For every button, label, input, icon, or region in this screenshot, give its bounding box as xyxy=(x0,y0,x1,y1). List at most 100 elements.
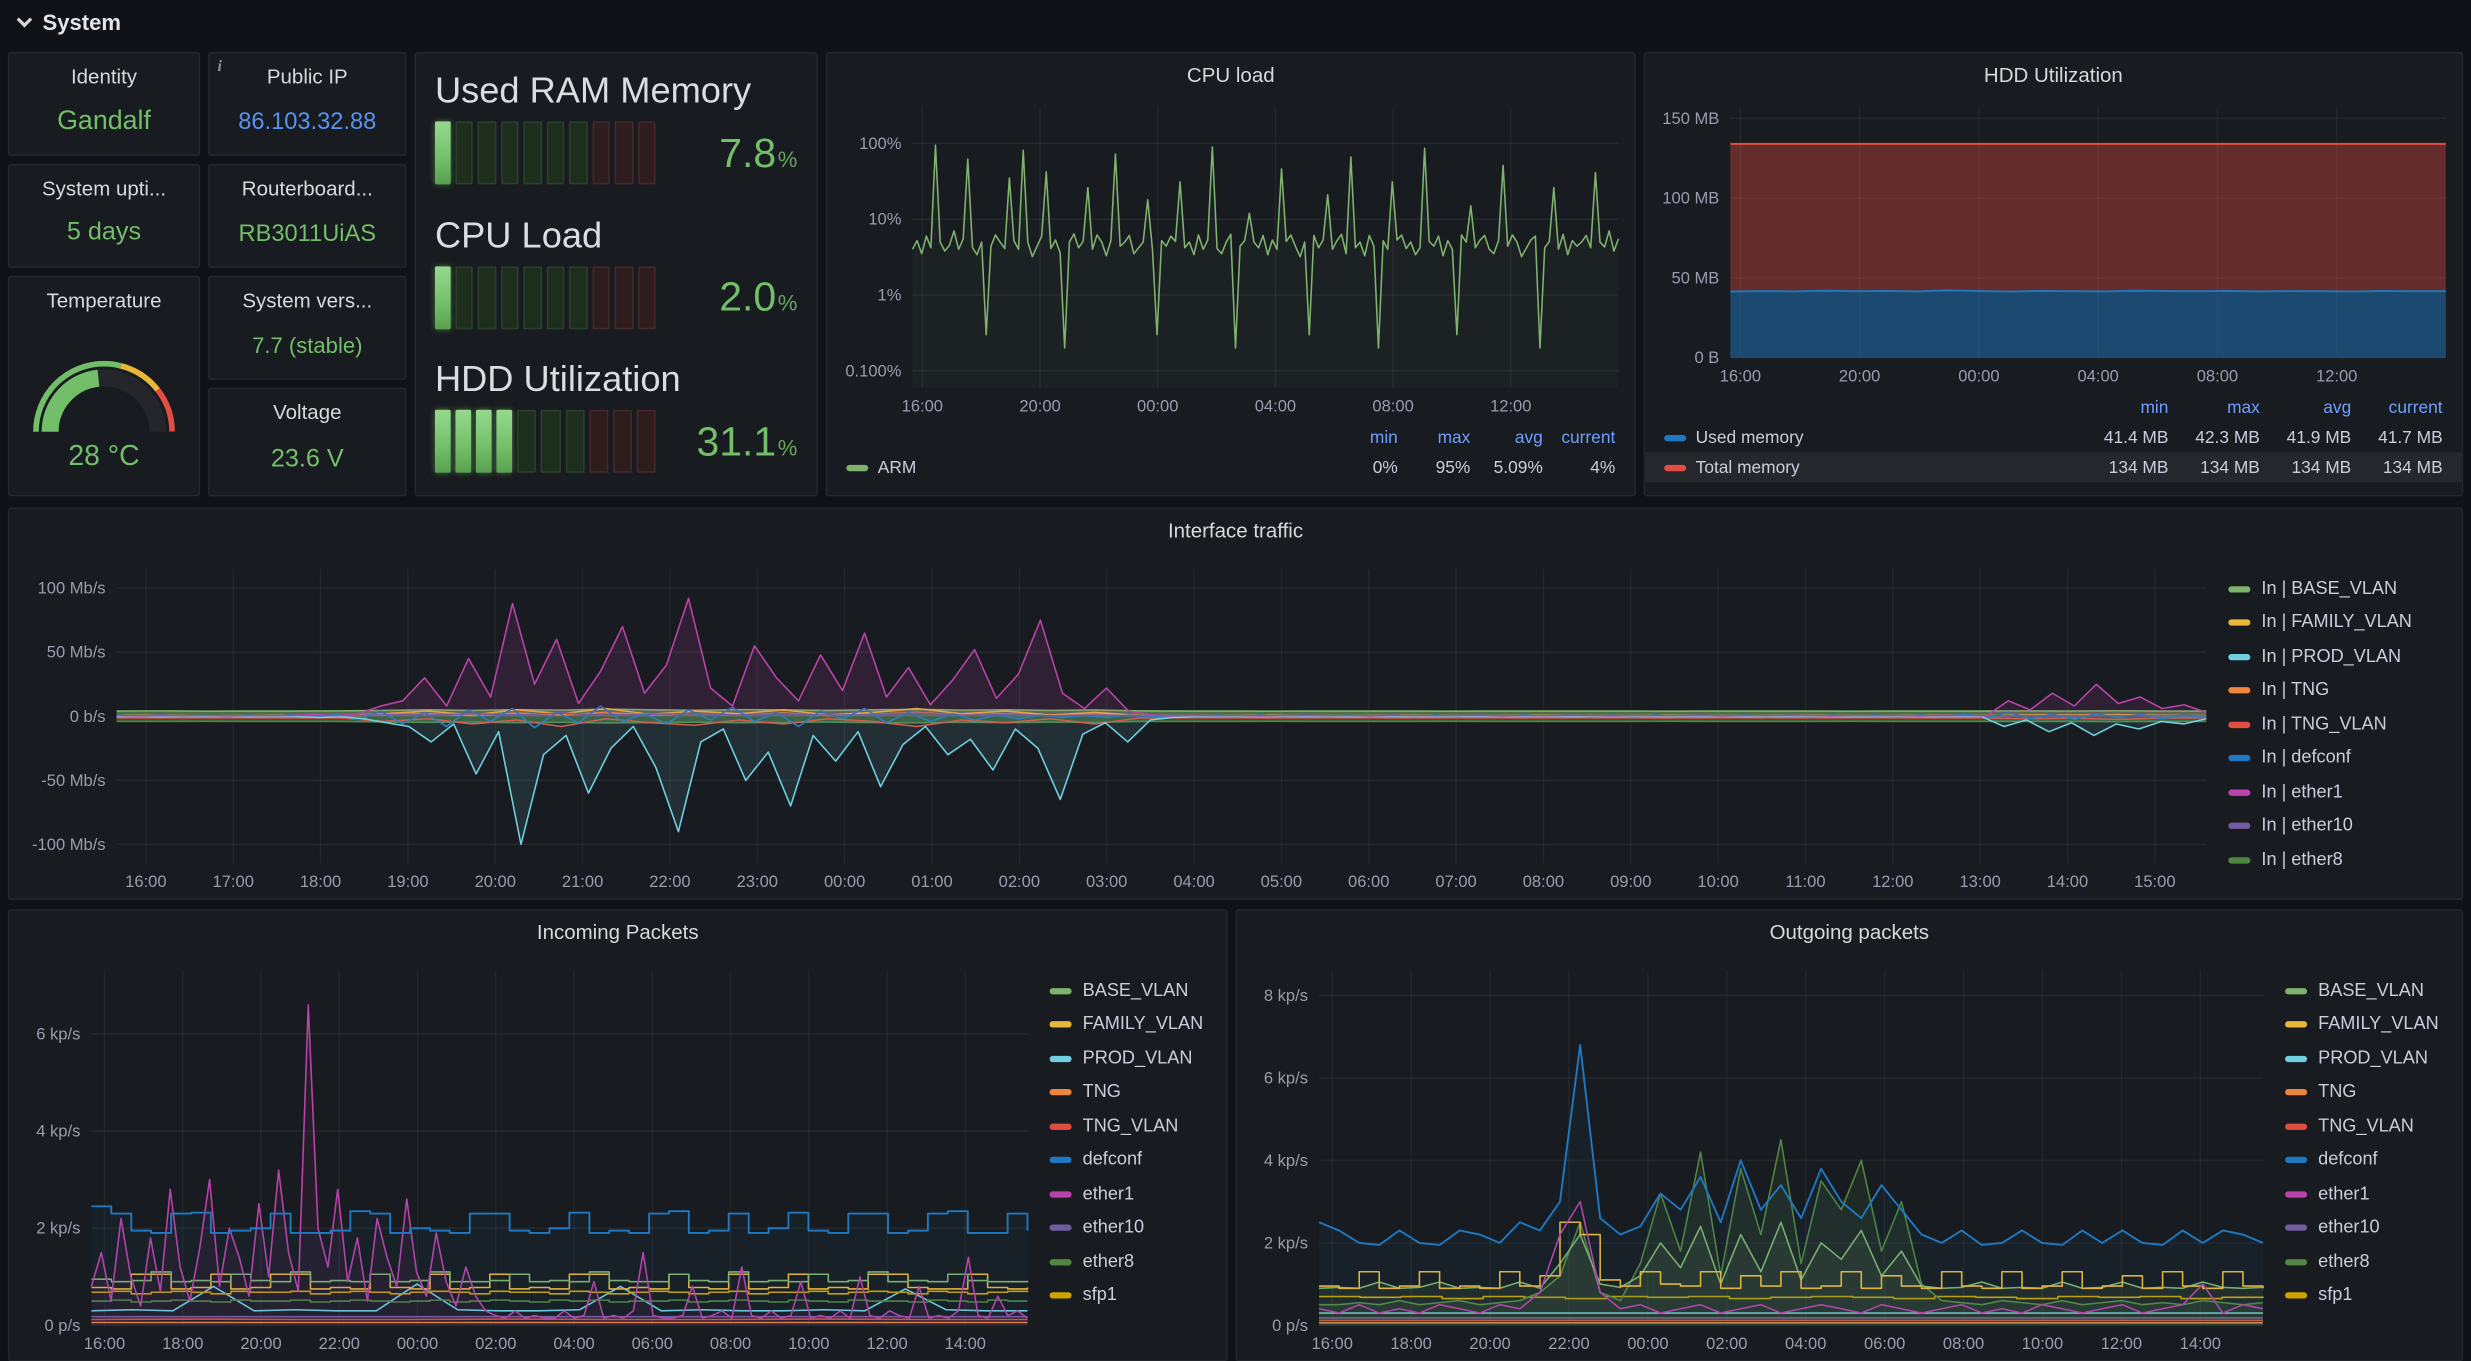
legend-item[interactable]: TNG xyxy=(2285,1076,2446,1110)
panel-title[interactable]: System vers... xyxy=(210,288,405,312)
temperature-panel: Temperature 28 °C xyxy=(7,275,201,497)
legend-series-total-memory[interactable]: Total memory xyxy=(1664,458,1800,477)
panel-title[interactable]: Voltage xyxy=(210,400,405,424)
legend-item[interactable]: TNG_VLAN xyxy=(2285,1109,2446,1143)
legend-item[interactable]: BASE_VLAN xyxy=(2285,974,2446,1008)
legend-item[interactable]: sfp1 xyxy=(2285,1279,2446,1313)
legend-item[interactable]: In | ether8 xyxy=(2228,843,2445,877)
bargauge-label: Used RAM Memory xyxy=(434,69,752,111)
legend-item[interactable]: TNG xyxy=(1049,1076,1211,1110)
y-axis-label: 2 kp/s xyxy=(1264,1233,1308,1252)
x-axis-label: 08:00 xyxy=(1523,872,1564,891)
panel-title[interactable]: Interface traffic xyxy=(9,509,2461,550)
legend-item[interactable]: ether1 xyxy=(1049,1177,1211,1211)
panel-title[interactable]: Outgoing packets xyxy=(1237,911,2461,952)
legend-item[interactable]: In | ether10 xyxy=(2228,809,2445,843)
legend-item[interactable]: ether10 xyxy=(2285,1211,2446,1245)
legend-item[interactable]: ether1 xyxy=(2285,1177,2446,1211)
x-axis-label: 00:00 xyxy=(1627,1334,1668,1353)
gauge-segment xyxy=(500,265,519,329)
legend-item[interactable]: ether10 xyxy=(1049,1211,1211,1245)
legend-item[interactable]: FAMILY_VLAN xyxy=(2285,1008,2446,1042)
panel-title[interactable]: Temperature xyxy=(9,288,198,312)
outgoing-packets-chart[interactable]: 16:00 18:00 20:00 22:00 00:00 02:00 04:00 06:00… xyxy=(1243,958,2278,1357)
legend-col-min[interactable]: min xyxy=(1325,428,1398,447)
x-axis-label: 07:00 xyxy=(1435,872,1476,891)
legend-label: PROD_VLAN xyxy=(1082,1049,1193,1069)
legend-label: defconf xyxy=(1082,1150,1143,1170)
legend-label: sfp1 xyxy=(1082,1286,1117,1306)
legend-item[interactable]: In | PROD_VLAN xyxy=(2228,640,2445,674)
legend-item[interactable]: ether8 xyxy=(2285,1245,2446,1279)
used-min: 41.4 MB xyxy=(2103,427,2169,447)
legend-item[interactable]: In | BASE_VLAN xyxy=(2228,572,2445,606)
gauge-segment xyxy=(523,121,542,185)
legend-col-avg[interactable]: avg xyxy=(2260,398,2351,417)
panel-title[interactable]: System upti... xyxy=(9,177,198,201)
legend-swatch xyxy=(2228,856,2251,864)
legend-series-used-memory[interactable]: Used memory xyxy=(1664,428,1804,447)
legend-col-current[interactable]: current xyxy=(2351,398,2443,417)
legend-item[interactable]: In | TNG_VLAN xyxy=(2228,708,2445,742)
legend-row-used-memory: Used memory 41.4 MB 42.3 MB 41.9 MB 41.7… xyxy=(1645,422,2461,452)
x-axis-label: 16:00 xyxy=(1312,1334,1353,1353)
chart-canvas: 16:00 20:00 00:00 04:00 08:00 12:00 0.100% 1% 10… xyxy=(845,107,1620,415)
incoming-packets-chart[interactable]: 16:00 18:00 20:00 22:00 00:00 02:00 04:00 06:00… xyxy=(16,958,1043,1357)
hdd-value: 31.1% xyxy=(696,416,798,465)
panel-title[interactable]: HDD Utilization xyxy=(1645,54,2461,95)
hdd-utilization-chart[interactable]: 16:00 20:00 00:00 04:00 08:00 12:00 0 B 50 MB 10… xyxy=(1645,95,2461,390)
legend-item[interactable]: In | ether1 xyxy=(2228,775,2445,809)
legend-label: ether1 xyxy=(2318,1184,2370,1204)
legend-item[interactable]: In | FAMILY_VLAN xyxy=(2228,606,2445,640)
legend-col-avg[interactable]: avg xyxy=(1470,428,1543,447)
interface-traffic-chart[interactable]: 16:00 17:00 18:00 19:00 20:00 21:00 22:00 23:00… xyxy=(16,556,2222,895)
legend-item[interactable]: In | TNG xyxy=(2228,674,2445,708)
legend-swatch xyxy=(1049,1123,1072,1130)
gauge-segment xyxy=(637,265,656,329)
legend-label: BASE_VLAN xyxy=(2318,981,2424,1001)
grafana-dashboard: System Identity Gandalf i Public IP 86.1… xyxy=(0,0,2471,1361)
legend-series-arm[interactable]: ARM xyxy=(846,458,916,477)
x-axis-label: 20:00 xyxy=(1839,366,1880,385)
legend-item[interactable]: PROD_VLAN xyxy=(1049,1042,1211,1076)
x-axis-label: 00:00 xyxy=(397,1334,438,1353)
panel-title[interactable]: Incoming Packets xyxy=(9,911,1226,952)
used-current: 41.7 MB xyxy=(2378,427,2443,447)
legend-label: In | TNG xyxy=(2261,681,2330,701)
x-axis-label: 12:00 xyxy=(1872,872,1913,891)
legend-col-max[interactable]: max xyxy=(2168,398,2260,417)
legend-col-min[interactable]: min xyxy=(2077,398,2168,417)
gauge-segment xyxy=(612,409,632,473)
y-axis-label: 0 B xyxy=(1694,348,1719,367)
x-axis-label: 06:00 xyxy=(632,1334,673,1353)
legend-item[interactable]: defconf xyxy=(2285,1143,2446,1177)
legend-item[interactable]: defconf xyxy=(1049,1143,1211,1177)
x-axis-label: 08:00 xyxy=(1943,1334,1984,1353)
x-axis-label: 16:00 xyxy=(1720,366,1761,385)
cpu-load-chart[interactable]: 16:00 20:00 00:00 04:00 08:00 12:00 0.100% 1% 10… xyxy=(827,95,1634,420)
legend-item[interactable]: sfp1 xyxy=(1049,1279,1211,1313)
panel-title[interactable]: Identity xyxy=(9,65,198,89)
legend-swatch xyxy=(2228,585,2251,593)
identity-value: Gandalf xyxy=(57,105,151,136)
chevron-down-icon xyxy=(16,11,33,28)
info-icon[interactable]: i xyxy=(217,58,221,75)
legend-item[interactable]: FAMILY_VLAN xyxy=(1049,1008,1211,1042)
panel-title[interactable]: Public IP xyxy=(210,65,405,89)
legend-item[interactable]: PROD_VLAN xyxy=(2285,1042,2446,1076)
legend-item[interactable]: In | defconf xyxy=(2228,741,2445,775)
legend-col-max[interactable]: max xyxy=(1398,428,1471,447)
legend-item[interactable]: BASE_VLAN xyxy=(1049,974,1211,1008)
x-axis-label: 08:00 xyxy=(2197,366,2238,385)
outgoing-packets-panel: Outgoing packets 16:00 18:00 20:00 22:00 00:… xyxy=(1235,909,2464,1361)
legend-item[interactable]: ether8 xyxy=(1049,1245,1211,1279)
section-header-system[interactable]: System xyxy=(0,0,2471,44)
panel-title[interactable]: CPU load xyxy=(827,54,1634,95)
legend-swatch xyxy=(2285,1292,2308,1299)
legend-col-current[interactable]: current xyxy=(1543,428,1615,447)
panel-title[interactable]: Routerboard... xyxy=(210,177,405,201)
chart-canvas: 16:00 18:00 20:00 22:00 00:00 02:00 04:00 06:00… xyxy=(1264,970,2264,1353)
y-axis-label: -50 Mb/s xyxy=(41,771,105,790)
legend-item[interactable]: TNG_VLAN xyxy=(1049,1109,1211,1143)
gauge-segment xyxy=(588,409,608,473)
